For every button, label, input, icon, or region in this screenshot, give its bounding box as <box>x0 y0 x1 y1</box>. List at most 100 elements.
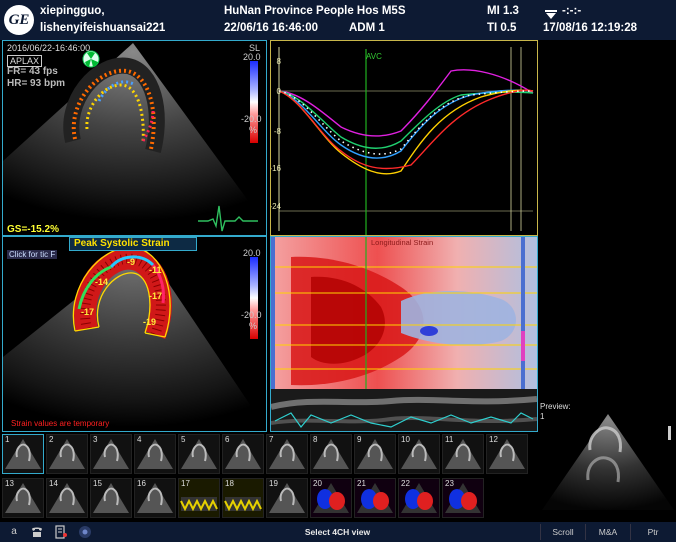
strain-warning: Strain values are temporary <box>11 419 110 428</box>
clock-date: 17/08/16 12:19:28 <box>543 22 637 34</box>
thumbnail-12[interactable]: 12 <box>486 434 528 474</box>
segment-value: -17 <box>81 307 95 317</box>
thumbnail-number: 15 <box>93 479 102 488</box>
thumbnail-number: 21 <box>357 479 366 488</box>
status-message: Select 4CH view <box>304 527 371 537</box>
thumbnail-23[interactable]: 23 <box>442 478 484 518</box>
scale-top: 20.0 <box>243 52 261 62</box>
thumbnail-number: 1 <box>5 435 10 444</box>
peak-systolic-strain-title: Peak Systolic Strain <box>69 237 197 251</box>
segment-value: -9 <box>127 257 136 267</box>
thumbnail-number: 22 <box>401 479 410 488</box>
mmode-title: Longitudinal Strain <box>371 238 434 247</box>
mna-button[interactable]: M&A <box>585 524 630 540</box>
thumbnail-number: 18 <box>225 479 234 488</box>
thumbnail-18[interactable]: 18 <box>222 478 264 518</box>
mi-index: MI 1.3 <box>487 5 519 17</box>
thumbnail-16[interactable]: 16 <box>134 478 176 518</box>
ge-logo: GE <box>4 5 34 35</box>
thumbnail-number: 5 <box>181 435 186 444</box>
y-tick: -16 <box>270 164 281 173</box>
thumbnail-5[interactable]: 5 <box>178 434 220 474</box>
freeze-icon <box>545 7 557 19</box>
mmode-panel[interactable]: Longitudinal Strain <box>270 236 538 432</box>
scale-unit: % <box>249 125 258 135</box>
ptr-button[interactable]: Ptr <box>630 524 675 540</box>
thumbnail-strip: 1 2 3 4 5 6 7 8 9 10 11 12 13 14 15 16 17 18 19 20 21 22 23 <box>0 432 538 522</box>
exam-datetime: 22/06/16 16:46:00 <box>224 22 318 34</box>
thumbnail-number: 6 <box>225 435 230 444</box>
thumbnail-number: 8 <box>313 435 318 444</box>
avc-label: AVC <box>366 52 382 61</box>
phone-icon[interactable] <box>30 525 44 539</box>
global-strain: GS=-15.2% <box>7 224 59 235</box>
thumbnail-11[interactable]: 11 <box>442 434 484 474</box>
thumbnail-10[interactable]: 10 <box>398 434 440 474</box>
thumbnail-number: 23 <box>445 479 454 488</box>
thumbnail-1[interactable]: 1 <box>2 434 44 474</box>
scale-unit: % <box>249 321 258 331</box>
y-tick: 8 <box>276 57 281 66</box>
thumbnail-number: 10 <box>401 435 410 444</box>
patient-card-icon[interactable] <box>54 525 68 539</box>
segment-value: -17 <box>149 291 163 301</box>
y-tick: -24 <box>270 202 281 211</box>
thumbnail-20[interactable]: 20 <box>310 478 352 518</box>
scale-bottom: -20.0 <box>241 114 262 124</box>
scale-bottom: -20.0 <box>241 310 262 320</box>
thumbnail-19[interactable]: 19 <box>266 478 308 518</box>
thumbnail-13[interactable]: 13 <box>2 478 44 518</box>
thumbnail-number: 20 <box>313 479 322 488</box>
thumbnail-number: 4 <box>137 435 142 444</box>
thumbnail-7[interactable]: 7 <box>266 434 308 474</box>
segment-value: -14 <box>95 277 109 287</box>
thumbnail-9[interactable]: 9 <box>354 434 396 474</box>
segment-value: -11 <box>149 265 162 275</box>
thumbnail-17[interactable]: 17 <box>178 478 220 518</box>
thumbnail-number: 13 <box>5 479 14 488</box>
clock-top: -:-:- <box>562 5 582 17</box>
thumbnail-number: 12 <box>489 435 498 444</box>
thumbnail-number: 14 <box>49 479 58 488</box>
thumbnail-number: 9 <box>357 435 362 444</box>
thumbnail-number: 19 <box>269 479 278 488</box>
thumbnail-15[interactable]: 15 <box>90 478 132 518</box>
thumbnail-number: 3 <box>93 435 98 444</box>
thumbnail-21[interactable]: 21 <box>354 478 396 518</box>
bottom-toolbar: a Select 4CH view Scroll M&A Ptr <box>0 522 676 542</box>
thumbnail-number: 7 <box>269 435 274 444</box>
thumbnail-22[interactable]: 22 <box>398 478 440 518</box>
thumbnail-6[interactable]: 6 <box>222 434 264 474</box>
preview-image <box>542 414 674 510</box>
scroll-button[interactable]: Scroll <box>540 524 585 540</box>
segment-value: -19 <box>143 317 157 327</box>
ti-index: TI 0.5 <box>487 22 517 34</box>
click-hint-button[interactable]: Click for tic F <box>7 250 58 259</box>
heart-rate: HR= 93 bpm <box>7 78 66 89</box>
y-tick: -8 <box>273 127 281 136</box>
top-header: GE xiepingguo, lishenyifeishuansai221 Hu… <box>0 0 676 40</box>
thumbnail-number: 11 <box>445 435 454 444</box>
image-timestamp: 2016/06/22-16:46:00 <box>7 43 91 53</box>
y-tick: 0 <box>276 87 281 96</box>
thumbnail-14[interactable]: 14 <box>46 478 88 518</box>
thumbnail-3[interactable]: 3 <box>90 434 132 474</box>
thumbnail-number: 16 <box>137 479 146 488</box>
a-button[interactable]: a <box>8 524 20 540</box>
strain-curve-panel[interactable]: AVC 8 0 -8 -16 -24 <box>270 40 538 236</box>
patient-name: lishenyifeishuansai221 <box>40 22 166 34</box>
preview-panel[interactable]: Preview: 1 <box>538 400 676 522</box>
hospital-name: HuNan Province People Hos M5S <box>224 5 406 17</box>
thumbnail-8[interactable]: 8 <box>310 434 352 474</box>
operator-id: ADM 1 <box>349 22 385 34</box>
thumbnail-4[interactable]: 4 <box>134 434 176 474</box>
record-icon[interactable] <box>78 525 92 539</box>
patient-id: xiepingguo, <box>40 5 105 17</box>
scale-top: 20.0 <box>243 248 261 258</box>
thumbnail-number: 17 <box>181 479 190 488</box>
bottom-echo-panel[interactable]: Peak Systolic Strain Click for tic F 20.… <box>2 236 267 432</box>
top-echo-panel[interactable]: 2016/06/22-16:46:00 APLAX FR= 43 fps HR=… <box>2 40 267 236</box>
frame-rate: FR= 43 fps <box>7 66 58 77</box>
thumbnail-2[interactable]: 2 <box>46 434 88 474</box>
thumbnail-number: 2 <box>49 435 54 444</box>
